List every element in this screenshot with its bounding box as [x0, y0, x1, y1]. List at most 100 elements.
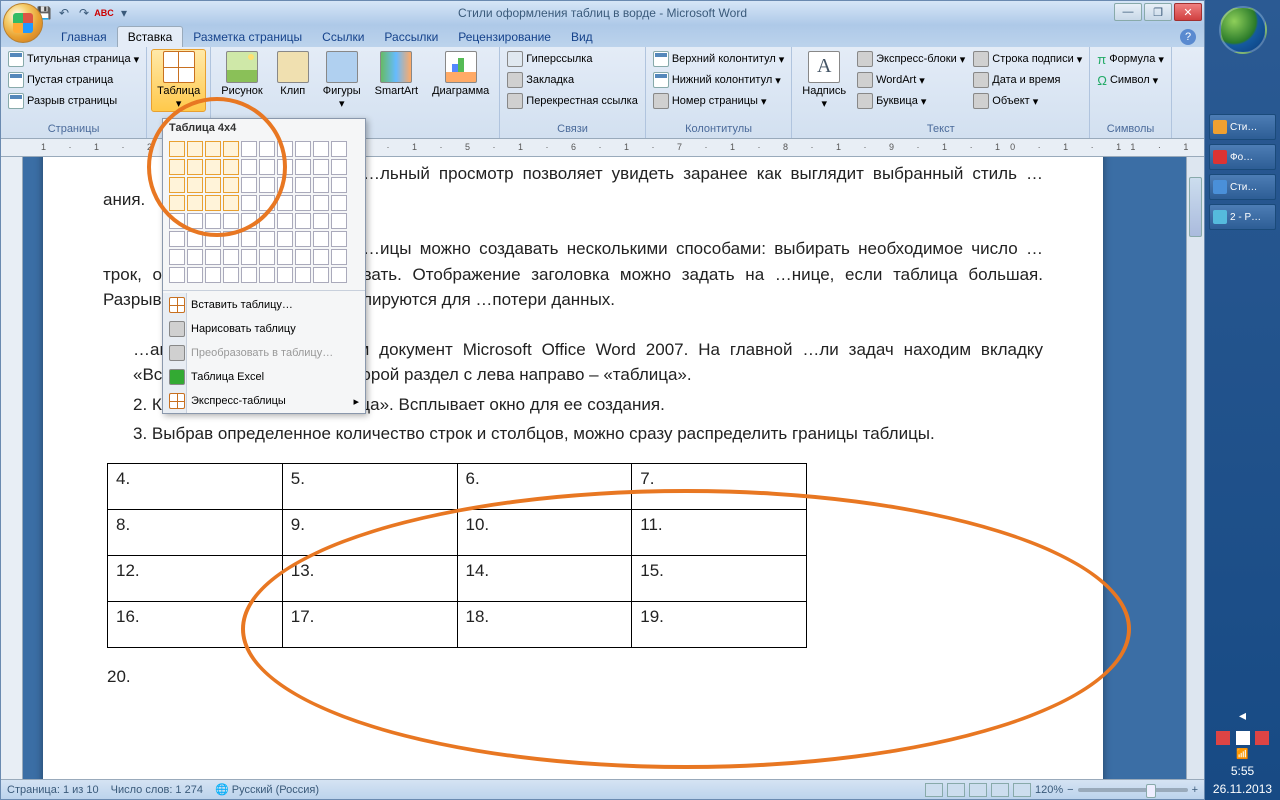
- tray-expand[interactable]: ◂: [1205, 707, 1280, 724]
- document-table[interactable]: 4.5.6.7. 8.9.10.11. 12.13.14.15. 16.17.1…: [107, 463, 807, 648]
- minimize-button[interactable]: —: [1114, 3, 1142, 21]
- table-grid-cell[interactable]: [187, 159, 203, 175]
- table-grid-cell[interactable]: [169, 159, 185, 175]
- taskbar-item[interactable]: Фо…: [1209, 144, 1276, 170]
- view-web[interactable]: [969, 783, 987, 797]
- table-grid-cell[interactable]: [259, 231, 275, 247]
- crossref-button[interactable]: Перекрестная ссылка: [504, 91, 641, 111]
- table-grid-cell[interactable]: [205, 213, 221, 229]
- table-grid-cell[interactable]: [259, 213, 275, 229]
- table-grid-cell[interactable]: [187, 231, 203, 247]
- object-button[interactable]: Объект ▾: [970, 91, 1085, 111]
- table-grid-cell[interactable]: [241, 177, 257, 193]
- textbox-button[interactable]: AНадпись▾: [796, 49, 852, 112]
- datetime-button[interactable]: Дата и время: [970, 70, 1085, 90]
- table-grid-cell[interactable]: [187, 141, 203, 157]
- table-grid-cell[interactable]: [223, 195, 239, 211]
- table-grid-cell[interactable]: [295, 177, 311, 193]
- tray-icon[interactable]: [1216, 731, 1230, 745]
- symbol-button[interactable]: ΩСимвол ▾: [1094, 70, 1167, 90]
- view-draft[interactable]: [1013, 783, 1031, 797]
- table-grid-cell[interactable]: [295, 249, 311, 265]
- table-grid-cell[interactable]: [259, 159, 275, 175]
- table-grid-cell[interactable]: [169, 231, 185, 247]
- menu-draw-table[interactable]: Нарисовать таблицу: [163, 317, 365, 341]
- table-grid-cell[interactable]: [259, 195, 275, 211]
- view-fullscreen[interactable]: [947, 783, 965, 797]
- table-grid-cell[interactable]: [277, 195, 293, 211]
- view-print-layout[interactable]: [925, 783, 943, 797]
- table-grid-cell[interactable]: [241, 249, 257, 265]
- zoom-slider[interactable]: [1078, 788, 1188, 792]
- table-grid-cell[interactable]: [259, 177, 275, 193]
- picture-button[interactable]: Рисунок: [215, 49, 269, 99]
- table-grid-cell[interactable]: [187, 195, 203, 211]
- shapes-button[interactable]: Фигуры▾: [317, 49, 367, 112]
- start-button[interactable]: [1219, 6, 1267, 54]
- table-grid-cell[interactable]: [295, 195, 311, 211]
- scrollbar-thumb[interactable]: [1189, 177, 1202, 237]
- tab-references[interactable]: Ссылки: [312, 27, 374, 47]
- pagenumber-button[interactable]: Номер страницы ▾: [650, 91, 787, 111]
- equation-button[interactable]: πФормула ▾: [1094, 49, 1167, 69]
- table-grid-cell[interactable]: [259, 141, 275, 157]
- table-grid-cell[interactable]: [223, 177, 239, 193]
- clock-date[interactable]: 26.11.2013: [1205, 782, 1280, 796]
- table-grid-cell[interactable]: [241, 231, 257, 247]
- quickparts-button[interactable]: Экспресс-блоки ▾: [854, 49, 968, 69]
- taskbar-item[interactable]: Сти…: [1209, 114, 1276, 140]
- footer-button[interactable]: Нижний колонтитул ▾: [650, 70, 787, 90]
- table-grid-cell[interactable]: [169, 249, 185, 265]
- header-button[interactable]: Верхний колонтитул ▾: [650, 49, 787, 69]
- zoom-value[interactable]: 120%: [1035, 784, 1063, 796]
- table-grid-cell[interactable]: [331, 213, 347, 229]
- qat-undo[interactable]: ↶: [55, 4, 73, 22]
- tab-pagelayout[interactable]: Разметка страницы: [183, 27, 312, 47]
- table-grid-cell[interactable]: [205, 267, 221, 283]
- table-grid-cell[interactable]: [313, 213, 329, 229]
- table-grid-cell[interactable]: [241, 267, 257, 283]
- clip-button[interactable]: Клип: [271, 49, 315, 99]
- table-grid-cell[interactable]: [169, 177, 185, 193]
- table-grid-cell[interactable]: [223, 213, 239, 229]
- bookmark-button[interactable]: Закладка: [504, 70, 641, 90]
- close-button[interactable]: ✕: [1174, 3, 1202, 21]
- smartart-button[interactable]: SmartArt: [369, 49, 424, 99]
- table-grid-cell[interactable]: [223, 267, 239, 283]
- table-grid-cell[interactable]: [187, 267, 203, 283]
- tray-icon[interactable]: [1255, 731, 1269, 745]
- table-grid-cell[interactable]: [205, 141, 221, 157]
- sigline-button[interactable]: Строка подписи ▾: [970, 49, 1085, 69]
- network-icon[interactable]: 📶: [1205, 749, 1280, 760]
- page-break-button[interactable]: Разрыв страницы: [5, 91, 142, 111]
- table-button[interactable]: Таблица▾: [151, 49, 206, 112]
- qat-customize[interactable]: ▾: [115, 4, 133, 22]
- table-grid-cell[interactable]: [313, 177, 329, 193]
- table-grid-cell[interactable]: [223, 249, 239, 265]
- status-wordcount[interactable]: Число слов: 1 274: [111, 784, 203, 796]
- table-grid-cell[interactable]: [313, 141, 329, 157]
- vertical-scrollbar[interactable]: [1186, 157, 1204, 779]
- table-grid-cell[interactable]: [205, 249, 221, 265]
- maximize-button[interactable]: ❐: [1144, 3, 1172, 21]
- table-grid-cell[interactable]: [205, 195, 221, 211]
- table-grid-cell[interactable]: [187, 213, 203, 229]
- table-grid-cell[interactable]: [277, 249, 293, 265]
- table-grid[interactable]: [163, 137, 365, 288]
- tab-review[interactable]: Рецензирование: [448, 27, 561, 47]
- menu-excel-table[interactable]: Таблица Excel: [163, 365, 365, 389]
- table-grid-cell[interactable]: [313, 231, 329, 247]
- table-grid-cell[interactable]: [259, 267, 275, 283]
- table-grid-cell[interactable]: [277, 159, 293, 175]
- table-grid-cell[interactable]: [277, 213, 293, 229]
- table-grid-cell[interactable]: [241, 213, 257, 229]
- table-grid-cell[interactable]: [169, 141, 185, 157]
- table-grid-cell[interactable]: [331, 231, 347, 247]
- zoom-in[interactable]: +: [1192, 784, 1198, 796]
- volume-icon[interactable]: [1236, 731, 1250, 745]
- view-outline[interactable]: [991, 783, 1009, 797]
- table-grid-cell[interactable]: [259, 249, 275, 265]
- tab-home[interactable]: Главная: [51, 27, 117, 47]
- qat-spellcheck[interactable]: ABC: [95, 4, 113, 22]
- qat-redo[interactable]: ↷: [75, 4, 93, 22]
